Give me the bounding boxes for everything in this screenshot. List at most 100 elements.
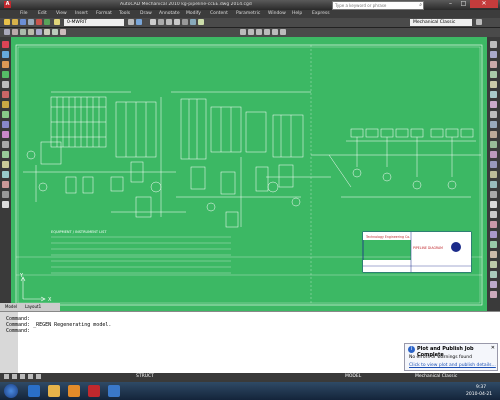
- menu-insert[interactable]: Insert: [75, 11, 88, 16]
- menu-annotate[interactable]: Annotate: [159, 11, 180, 16]
- table-icon[interactable]: [2, 191, 9, 198]
- media-player-icon[interactable]: [68, 385, 80, 397]
- tab-layout1[interactable]: Layout1: [25, 304, 41, 310]
- clock-time[interactable]: 9:37: [476, 385, 486, 390]
- tool-palette-icon[interactable]: [190, 19, 196, 25]
- ellipse-icon[interactable]: [2, 121, 9, 128]
- settings-icon[interactable]: [476, 19, 482, 25]
- menu-content[interactable]: Content: [210, 11, 228, 16]
- menu-tools[interactable]: Tools: [119, 11, 130, 16]
- stretch-icon[interactable]: [490, 121, 497, 128]
- mirror-icon[interactable]: [490, 61, 497, 68]
- match-layer-icon[interactable]: [136, 19, 142, 25]
- move-icon[interactable]: [240, 29, 246, 35]
- plot-notification[interactable]: i Plot and Publish Job Complete ✕ No err…: [404, 343, 498, 371]
- new-icon[interactable]: [4, 19, 10, 25]
- save-icon[interactable]: [20, 19, 26, 25]
- autocad-logo[interactable]: A: [4, 1, 11, 8]
- start-button[interactable]: [4, 384, 18, 398]
- print-icon[interactable]: [28, 19, 34, 25]
- rectangle-tool-icon[interactable]: [2, 81, 9, 88]
- workspace-dropdown[interactable]: Mechanical Classic: [410, 19, 472, 26]
- search-icon[interactable]: ⌕: [419, 2, 422, 8]
- balloon-icon[interactable]: [490, 261, 497, 268]
- pan-icon[interactable]: [158, 19, 164, 25]
- calculator-icon[interactable]: [198, 19, 204, 25]
- construction-line-icon[interactable]: [2, 51, 9, 58]
- menu-modify[interactable]: Modify: [186, 11, 201, 16]
- region-icon[interactable]: [2, 181, 9, 188]
- redo-icon[interactable]: [44, 19, 50, 25]
- offset-icon[interactable]: [490, 71, 497, 78]
- notification-link[interactable]: Click to view plot and publish details..…: [409, 363, 496, 368]
- layer-state-icon[interactable]: [54, 19, 60, 25]
- dim-linear-icon[interactable]: [490, 211, 497, 218]
- scale-icon[interactable]: [264, 29, 270, 35]
- break-icon[interactable]: [490, 151, 497, 158]
- command-prompt[interactable]: Command:: [0, 328, 500, 334]
- autocad-taskbar-icon[interactable]: [88, 385, 100, 397]
- polyline-icon[interactable]: [12, 29, 18, 35]
- menu-parametric[interactable]: Parametric: [236, 11, 260, 16]
- insert-block-icon[interactable]: [2, 131, 9, 138]
- ortho-icon[interactable]: [20, 374, 25, 379]
- rectangle-icon[interactable]: [36, 29, 42, 35]
- menu-window[interactable]: Window: [268, 11, 286, 16]
- grid-icon[interactable]: [12, 374, 17, 379]
- explorer-icon[interactable]: [48, 385, 60, 397]
- polygon-icon[interactable]: [2, 71, 9, 78]
- search-input[interactable]: [333, 2, 415, 8]
- fillet-icon[interactable]: [490, 181, 497, 188]
- clock-date[interactable]: 2010-04-21: [466, 392, 492, 397]
- mtext-icon[interactable]: [2, 201, 9, 208]
- open-icon[interactable]: [12, 19, 18, 25]
- rotate-tool-icon[interactable]: [490, 101, 497, 108]
- parts-list-icon[interactable]: [490, 271, 497, 278]
- extend-icon[interactable]: [280, 29, 286, 35]
- menu-file[interactable]: File: [20, 11, 28, 16]
- menu-edit[interactable]: Edit: [38, 11, 47, 16]
- hole-icon[interactable]: [490, 291, 497, 298]
- minimize-button[interactable]: –: [444, 0, 457, 8]
- join-icon[interactable]: [490, 161, 497, 168]
- zoom-window-icon[interactable]: [166, 19, 172, 25]
- tab-model[interactable]: Model: [5, 304, 17, 310]
- word-icon[interactable]: [108, 385, 120, 397]
- menu-help[interactable]: Help: [292, 11, 302, 16]
- circle-icon[interactable]: [20, 29, 26, 35]
- menu-express[interactable]: Express: [312, 11, 330, 16]
- layer-properties-icon[interactable]: [128, 19, 134, 25]
- erase-icon[interactable]: [490, 41, 497, 48]
- undo-icon[interactable]: [36, 19, 42, 25]
- menu-view[interactable]: View: [56, 11, 67, 16]
- arc-tool-icon[interactable]: [2, 91, 9, 98]
- zoom-icon[interactable]: [150, 19, 156, 25]
- dimension-icon[interactable]: [60, 29, 66, 35]
- close-notification-icon[interactable]: ✕: [491, 345, 495, 351]
- text-icon[interactable]: [52, 29, 58, 35]
- hatch-icon[interactable]: [44, 29, 50, 35]
- drawing-canvas[interactable]: EQUIPMENT / INSTRUMENT LIST Technology E…: [11, 37, 487, 311]
- properties-icon[interactable]: [174, 19, 180, 25]
- move-tool-icon[interactable]: [490, 91, 497, 98]
- trim-icon[interactable]: [272, 29, 278, 35]
- dim-aligned-icon[interactable]: [490, 221, 497, 228]
- layer-dropdown[interactable]: 0-MWRIT: [64, 19, 124, 26]
- menu-format[interactable]: Format: [96, 11, 112, 16]
- gradient-icon[interactable]: [2, 171, 9, 178]
- leader-icon[interactable]: [490, 241, 497, 248]
- maximize-button[interactable]: □: [457, 0, 470, 8]
- trim-tool-icon[interactable]: [490, 131, 497, 138]
- copy-icon[interactable]: [248, 29, 254, 35]
- array-icon[interactable]: [490, 81, 497, 88]
- tolerance-icon[interactable]: [490, 251, 497, 258]
- copy-tool-icon[interactable]: [490, 51, 497, 58]
- drawing-svg[interactable]: EQUIPMENT / INSTRUMENT LIST Technology E…: [11, 37, 487, 311]
- arc-icon[interactable]: [28, 29, 34, 35]
- close-button[interactable]: ✕: [470, 0, 498, 8]
- line-icon[interactable]: [4, 29, 10, 35]
- rotate-icon[interactable]: [256, 29, 262, 35]
- draw-line-icon[interactable]: [2, 41, 9, 48]
- circle-tool-icon[interactable]: [2, 101, 9, 108]
- polar-icon[interactable]: [28, 374, 33, 379]
